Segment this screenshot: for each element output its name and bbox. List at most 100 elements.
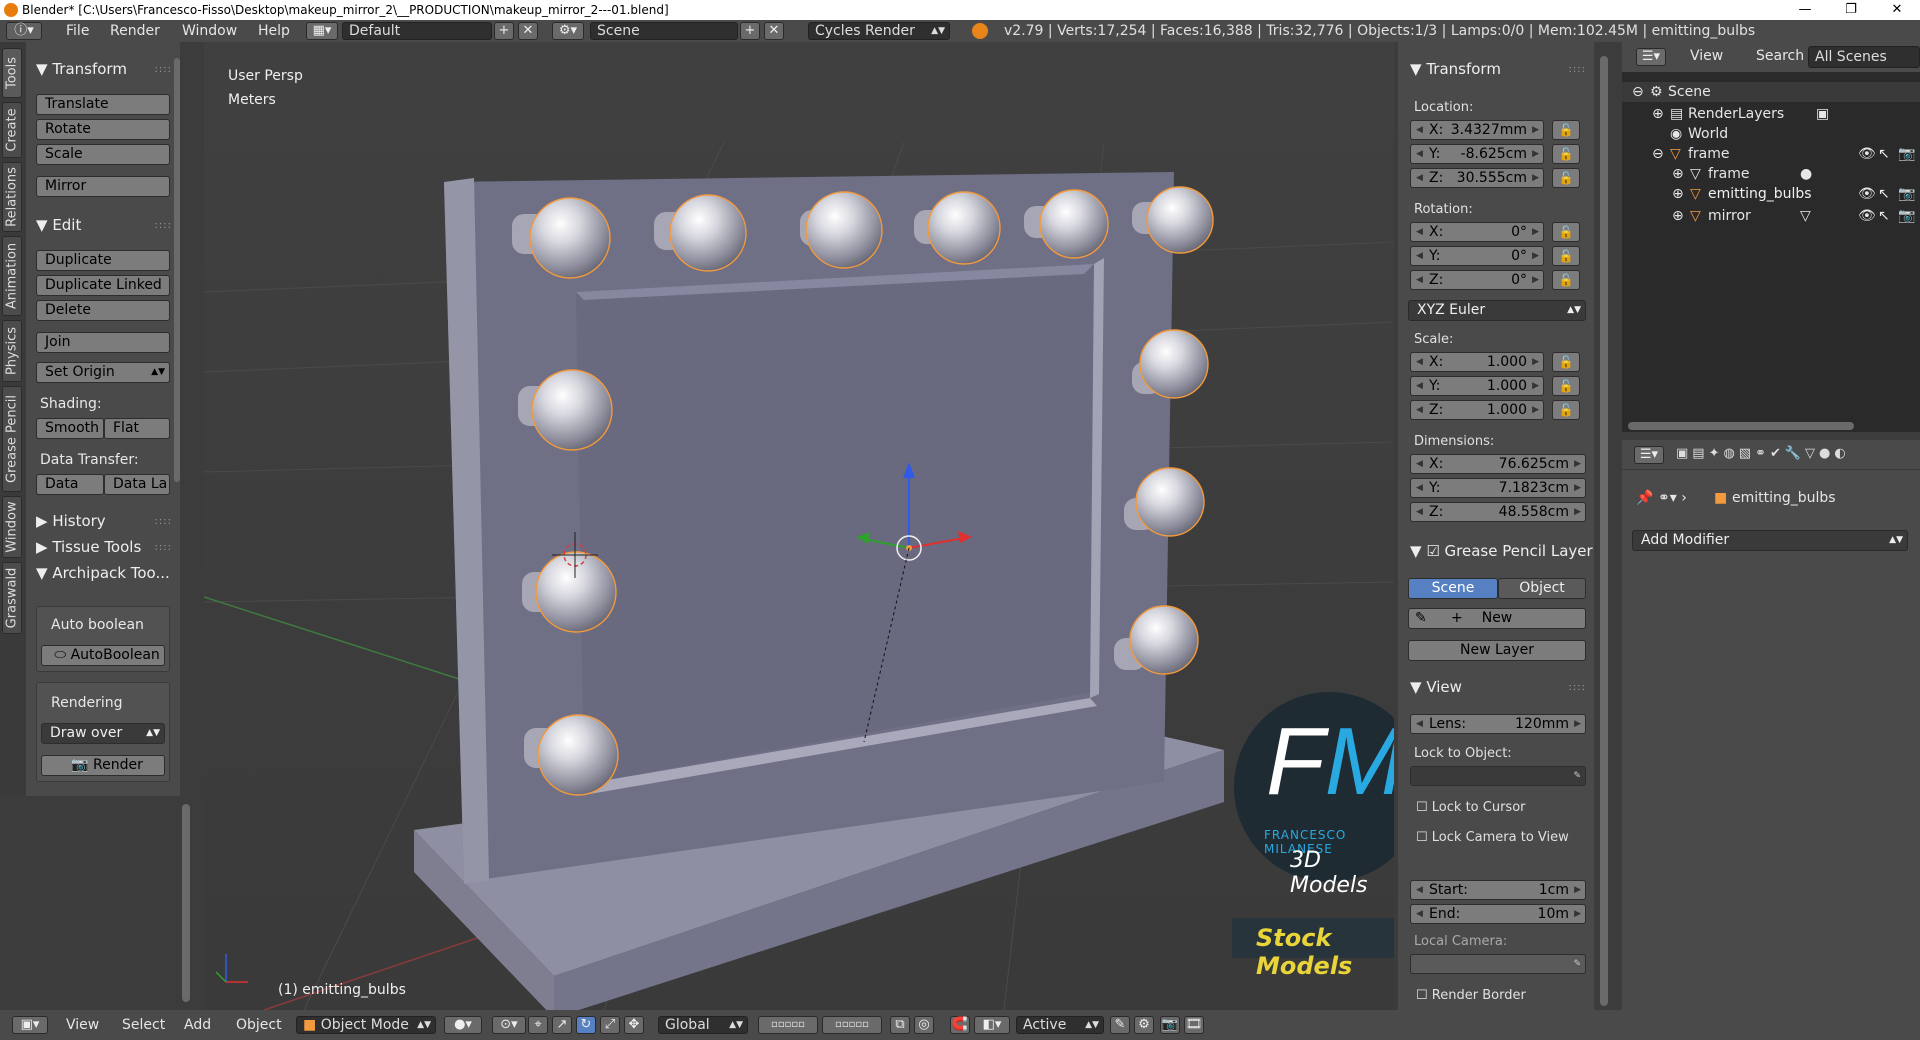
outliner-row-mirror[interactable]: ⊕ ▽ mirror ▽ 👁 ↖ 📷 xyxy=(1622,206,1920,226)
join-button[interactable]: Join xyxy=(36,332,170,353)
mirror-button[interactable]: Mirror xyxy=(36,176,170,197)
eye-icon[interactable]: 👁 xyxy=(1858,184,1876,204)
drag-grip-icon[interactable]: :::: xyxy=(155,220,172,231)
location-z-field[interactable]: ◀ Z: 30.555cm ▶ xyxy=(1410,168,1544,188)
transform-section-header[interactable]: ▼ Transform xyxy=(36,60,127,78)
tab-animation[interactable]: Animation xyxy=(2,236,22,316)
scale-z-field[interactable]: ◀ Z: 1.000 ▶ xyxy=(1410,400,1544,420)
gp-scene-toggle[interactable]: Scene xyxy=(1408,578,1498,599)
outliner-view-menu[interactable]: View xyxy=(1690,48,1723,64)
menu-object[interactable]: Object xyxy=(236,1010,282,1040)
translate-button[interactable]: Translate xyxy=(36,94,170,115)
draw-over-dropdown[interactable]: Draw over ▲▼ xyxy=(41,723,165,744)
properties-context-icons[interactable]: ▣▤✦◍▧⚭✔🔧▽●◐ xyxy=(1676,446,1850,461)
data-button[interactable]: Data xyxy=(36,474,104,495)
restore-button[interactable]: ❐ xyxy=(1828,0,1874,20)
gp-object-toggle[interactable]: Object xyxy=(1498,578,1586,599)
gp-checkbox-icon[interactable]: ☑ xyxy=(1426,542,1439,560)
archipack-section-header[interactable]: ▼ Archipack Too... xyxy=(36,564,170,582)
outliner-editor-type-icon[interactable]: ☰▾ xyxy=(1636,48,1666,66)
clip-start-field[interactable]: ◀ Start: 1cm ▶ xyxy=(1410,880,1586,900)
toolshelf-scrollbar[interactable] xyxy=(174,58,180,482)
cursor-select-icon[interactable]: ↖ xyxy=(1878,144,1890,164)
gp-new-button[interactable]: ✎ + New xyxy=(1408,608,1586,629)
rotation-y-field[interactable]: ◀ Y: 0° ▶ xyxy=(1410,246,1544,266)
tab-create[interactable]: Create xyxy=(2,102,22,158)
grease-pencil-layer-header[interactable]: ▼ ☑ Grease Pencil Layer xyxy=(1410,542,1593,560)
opengl-render-image-icon[interactable]: 📷 xyxy=(1160,1016,1180,1034)
transform-orientation-select[interactable]: Global ▲▼ xyxy=(658,1016,748,1034)
rotate-button[interactable]: Rotate xyxy=(36,119,170,140)
eye-icon[interactable]: 👁 xyxy=(1858,144,1876,164)
viewport-shading-icon[interactable]: ●▾ xyxy=(444,1016,482,1034)
lock-scale-z-icon[interactable]: 🔓 xyxy=(1552,400,1580,420)
duplicate-linked-button[interactable]: Duplicate Linked xyxy=(36,275,170,296)
remove-layout-icon[interactable]: ✕ xyxy=(518,22,538,40)
rotate-manipulator-icon[interactable]: ↻ xyxy=(576,1016,596,1034)
snap-target-select[interactable]: Active ▲▼ xyxy=(1016,1016,1104,1034)
scale-y-field[interactable]: ◀ Y: 1.000 ▶ xyxy=(1410,376,1544,396)
drag-grip-icon[interactable]: :::: xyxy=(155,542,172,553)
menu-render[interactable]: Render xyxy=(110,20,160,42)
tab-window[interactable]: Window xyxy=(2,496,22,558)
dimensions-z-field[interactable]: ◀ Z: 48.558cm ▶ xyxy=(1410,502,1586,522)
lock-object-field[interactable]: ✎ xyxy=(1410,766,1586,786)
flat-button[interactable]: Flat xyxy=(104,418,170,439)
add-modifier-dropdown[interactable]: Add Modifier ▲▼ xyxy=(1632,530,1908,551)
clip-end-field[interactable]: ◀ End: 10m ▶ xyxy=(1410,904,1586,924)
location-x-field[interactable]: ◀ X: 3.4327mm ▶ xyxy=(1410,120,1544,140)
smooth-button[interactable]: Smooth xyxy=(36,418,104,439)
render-engine-select[interactable]: Cycles Render ▲▼ xyxy=(808,22,950,40)
lock-rotation-x-icon[interactable]: 🔓 xyxy=(1552,222,1580,242)
autoboolean-button[interactable]: ⬭ AutoBoolean xyxy=(41,645,165,666)
proportional-edit-icon[interactable]: ◎ xyxy=(914,1016,934,1034)
set-origin-dropdown[interactable]: Set Origin ▲▼ xyxy=(36,362,170,383)
snap-toggle-icon[interactable]: 🧲 xyxy=(950,1016,970,1034)
3d-viewport[interactable]: User Persp Meters (1) emitting_bulbs FM … xyxy=(204,42,1394,1010)
tab-grease-pencil[interactable]: Grease Pencil xyxy=(2,386,22,492)
lock-location-x-icon[interactable]: 🔓 xyxy=(1552,120,1580,140)
opengl-render-anim-icon[interactable]: 🎞 xyxy=(1184,1016,1204,1034)
outliner-row-frame[interactable]: ⊖ ▽ frame 👁 ↖ 📷 xyxy=(1622,144,1920,164)
cursor-select-icon[interactable]: ↖ xyxy=(1878,184,1890,204)
properties-region-scrollbar[interactable] xyxy=(1600,56,1608,1006)
lock-rotation-z-icon[interactable]: 🔓 xyxy=(1552,270,1580,290)
rotation-z-field[interactable]: ◀ Z: 0° ▶ xyxy=(1410,270,1544,290)
local-camera-field[interactable]: ✎ xyxy=(1410,954,1586,974)
tab-relations[interactable]: Relations xyxy=(2,162,22,232)
lock-rotation-y-icon[interactable]: 🔓 xyxy=(1552,246,1580,266)
drag-grip-icon[interactable]: :::: xyxy=(1569,64,1586,75)
outliner-search-menu[interactable]: Search xyxy=(1756,48,1804,64)
editor-type-info-icon[interactable]: ⓘ▾ xyxy=(6,22,42,40)
scale-x-field[interactable]: ◀ X: 1.000 ▶ xyxy=(1410,352,1544,372)
minimize-button[interactable]: — xyxy=(1782,0,1828,20)
outliner-row-renderlayers[interactable]: ⊕ ▤ RenderLayers ▣ xyxy=(1622,104,1920,124)
snap-project-icon[interactable]: ⚙ xyxy=(1134,1016,1154,1034)
scale-button[interactable]: Scale xyxy=(36,144,170,165)
eye-icon[interactable]: 👁 xyxy=(1858,206,1876,226)
location-y-field[interactable]: ◀ Y: -8.625cm ▶ xyxy=(1410,144,1544,164)
tissue-tools-section-header[interactable]: ▶ Tissue Tools xyxy=(36,538,141,556)
view-section-header[interactable]: ▼ View xyxy=(1410,678,1462,696)
scale-manipulator-icon[interactable]: ⤢ xyxy=(600,1016,620,1034)
3d-view-editor-type-icon[interactable]: ▣▾ xyxy=(12,1016,48,1034)
lock-scale-y-icon[interactable]: 🔓 xyxy=(1552,376,1580,396)
menu-view[interactable]: View xyxy=(66,1010,99,1040)
layout-field[interactable]: Default xyxy=(342,22,492,40)
menu-select[interactable]: Select xyxy=(122,1010,165,1040)
snap-element-icon[interactable]: ◧▾ xyxy=(974,1016,1010,1034)
tab-tools[interactable]: Tools xyxy=(2,48,22,98)
layers-grid-b[interactable]: ▫▫▫▫▫ xyxy=(822,1016,882,1034)
lock-location-y-icon[interactable]: 🔓 xyxy=(1552,144,1580,164)
rotation-x-field[interactable]: ◀ X: 0° ▶ xyxy=(1410,222,1544,242)
outliner-filter-select[interactable]: All Scenes xyxy=(1808,46,1920,68)
render-camera-icon[interactable]: 📷 xyxy=(1898,184,1915,204)
remove-scene-icon[interactable]: ✕ xyxy=(764,22,784,40)
outliner-horizontal-scrollbar[interactable] xyxy=(1628,422,1854,430)
object-mode-select[interactable]: ■ Object Mode ▲▼ xyxy=(296,1016,436,1034)
duplicate-button[interactable]: Duplicate xyxy=(36,250,170,271)
dimensions-x-field[interactable]: ◀ X: 76.625cm ▶ xyxy=(1410,454,1586,474)
add-layout-icon[interactable]: + xyxy=(494,22,514,40)
rotation-mode-dropdown[interactable]: XYZ Euler ▲▼ xyxy=(1408,300,1586,321)
outliner-row-frame-mesh[interactable]: ⊕ ▽ frame ● xyxy=(1622,164,1920,184)
